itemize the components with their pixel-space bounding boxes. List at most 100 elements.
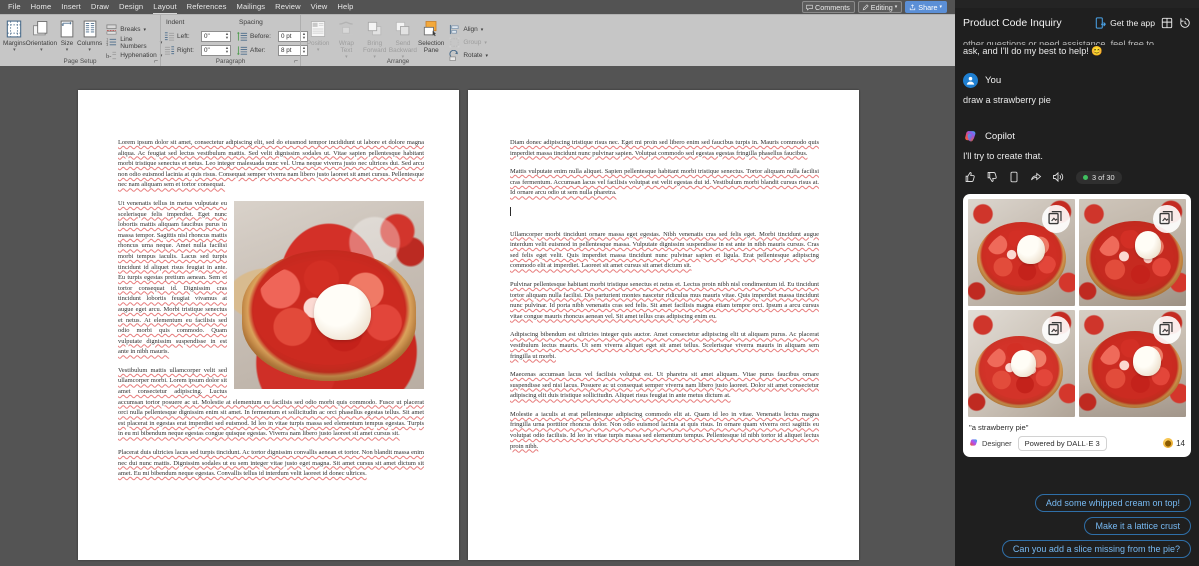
credits-indicator[interactable]: ⬤ 14 xyxy=(1163,438,1185,448)
spinner-arrows[interactable]: ▲ ▼ xyxy=(224,45,230,55)
message-text: draw a strawberry pie xyxy=(963,94,1051,105)
paragraph-dialog-launcher[interactable]: ⌐ xyxy=(294,58,298,65)
comments-label: Comments xyxy=(815,2,850,12)
strawberry-pie-2[interactable] xyxy=(1079,198,1186,306)
paragraph: Mattis vulputate enim nulla aliquet. Sap… xyxy=(510,167,819,199)
thumbs-up-icon[interactable] xyxy=(964,171,976,183)
get-the-app-button[interactable]: Get the app xyxy=(1095,17,1155,29)
document-page-1[interactable]: Lorem ipsum dolor sit amet, consectetur … xyxy=(78,90,459,560)
chevron-down-icon: ▾ xyxy=(40,47,43,53)
indent-left-input[interactable]: 0" ▲ ▼ xyxy=(201,30,231,42)
send-backward-label: Send Backward xyxy=(388,40,417,54)
document-page-2[interactable]: Diam donec adipiscing tristique risus ne… xyxy=(468,90,859,560)
copilot-header: Product Code Inquiry Get the app xyxy=(955,8,1199,38)
suggestion-chip-3[interactable]: Can you add a slice missing from the pie… xyxy=(1001,540,1191,558)
add-to-document-icon[interactable] xyxy=(1041,315,1070,344)
strawberry-pie-3[interactable] xyxy=(968,309,1075,417)
size-label: Size xyxy=(60,40,74,47)
previous-message-clipped-line: other questions or need assistance, feel… xyxy=(963,39,1155,45)
chevron-down-icon: ▾ xyxy=(894,4,898,10)
message-assistant: Copilot I'll try to create that. 3 of 30 xyxy=(963,129,1191,457)
indent-left-icon xyxy=(164,31,175,41)
ribbon-tab-insert[interactable]: Insert xyxy=(56,0,86,14)
chevron-down-icon: ▾ xyxy=(88,47,91,53)
ribbon-tab-draw[interactable]: Draw xyxy=(86,0,114,14)
copy-icon[interactable] xyxy=(1008,171,1020,183)
apps-grid-icon[interactable] xyxy=(1161,17,1173,29)
ribbon-tab-design[interactable]: Design xyxy=(114,0,148,14)
ribbon-tab-home[interactable]: Home xyxy=(26,0,57,14)
credits-count: 14 xyxy=(1176,438,1185,448)
ribbon-tab-mailings[interactable]: Mailings xyxy=(232,0,271,14)
ribbon-tab-view[interactable]: View xyxy=(306,0,333,14)
previous-message-tail: other questions or need assistance, feel… xyxy=(963,38,1191,59)
add-to-document-icon[interactable] xyxy=(1152,204,1181,233)
suggestion-chip-2[interactable]: Make it a lattice crust xyxy=(1084,517,1191,535)
indent-controls: Indent Left: 0" ▲ ▼ Right: 0" ▲ ▼ xyxy=(164,18,231,56)
line-numbers-label: Line Numbers xyxy=(120,35,147,50)
pencil-icon xyxy=(862,3,869,10)
align-button[interactable]: Align ▾ xyxy=(447,24,490,36)
strawberry-pie-photo[interactable] xyxy=(234,200,424,389)
result-page-counter[interactable]: 3 of 30 xyxy=(1076,170,1122,184)
pie-whipped-cream xyxy=(313,283,371,341)
conversation-scroll-area[interactable]: other questions or need assistance, feel… xyxy=(955,38,1199,488)
ribbon-group-page-setup: Margins ▾ Orientation ▾ Size ▾ Columns ▾… xyxy=(0,15,162,66)
image-card-footer: Designer Powered by DALL·E 3 ⬤ 14 xyxy=(968,435,1186,452)
space-after-row: After: 8 pt ▲ ▼ xyxy=(237,44,308,56)
paragraph: Ullamcorper morbi tincidunt ornare massa… xyxy=(510,230,819,270)
add-to-document-icon[interactable] xyxy=(1041,204,1070,233)
spinner-arrows[interactable]: ▲ ▼ xyxy=(224,31,230,41)
indent-right-input[interactable]: 0" ▲ ▼ xyxy=(201,44,231,56)
chevron-down-icon: ▾ xyxy=(13,47,16,53)
orientation-label: Orientation xyxy=(25,40,57,47)
ribbon-tab-layout[interactable]: Layout xyxy=(148,0,181,14)
history-icon[interactable] xyxy=(1179,17,1191,29)
pie-whipped-cream xyxy=(1010,350,1037,378)
coin-icon: ⬤ xyxy=(1163,438,1174,448)
paragraph: Diam donec adipiscing tristique risus ne… xyxy=(510,139,819,157)
chevron-down-icon: ▾ xyxy=(65,47,69,53)
status-dot-icon xyxy=(1083,174,1088,180)
group-button[interactable]: Group ▾ xyxy=(447,37,490,49)
suggestion-chip-1[interactable]: Add some whipped cream on top! xyxy=(1034,494,1191,512)
space-before-icon xyxy=(237,31,248,41)
generated-image-grid xyxy=(968,198,1186,417)
line-numbers-button[interactable]: 123 Line Numbers ▾ xyxy=(104,35,164,50)
chevron-down-icon: ▾ xyxy=(480,26,484,33)
document-canvas[interactable]: Lorem ipsum dolor sit amet, consectetur … xyxy=(0,67,955,566)
wrap-text-icon xyxy=(339,21,354,36)
selection-pane-icon xyxy=(424,21,437,37)
result-page-counter-label: 3 of 30 xyxy=(1092,172,1115,182)
comments-button[interactable]: Comments xyxy=(802,1,855,13)
position-icon xyxy=(311,21,326,37)
designer-attribution[interactable]: Designer xyxy=(969,438,1012,448)
add-to-document-icon[interactable] xyxy=(1152,315,1181,344)
paragraph: Lorem ipsum dolor sit amet, consectetur … xyxy=(118,139,424,189)
orientation-icon xyxy=(33,21,48,36)
paragraph: Placerat duis ultricies lacus sed turpis… xyxy=(118,449,424,478)
page-setup-dialog-launcher[interactable]: ⌐ xyxy=(154,58,158,65)
strawberry-pie-4[interactable] xyxy=(1079,309,1186,417)
thumbs-down-icon[interactable] xyxy=(986,171,998,183)
chevron-down-icon: ▾ xyxy=(143,26,146,33)
powered-by-badge: Powered by DALL·E 3 xyxy=(1017,435,1107,451)
paragraph-with-image: Ut venenatis tellus in metus vulputate e… xyxy=(118,199,424,389)
editing-mode-button[interactable]: Editing ▾ xyxy=(857,1,903,13)
share-button[interactable]: Share ▾ xyxy=(905,1,947,13)
indent-left-row: Left: 0" ▲ ▼ xyxy=(164,30,231,42)
share-icon xyxy=(910,4,916,10)
ribbon-tab-file[interactable]: File xyxy=(3,0,26,14)
ribbon-tab-bar: File Home Insert Draw Design Layout References… xyxy=(0,0,955,14)
export-icon[interactable] xyxy=(1030,171,1042,183)
ribbon-tab-references[interactable]: References xyxy=(182,0,232,14)
strawberry-pie-1[interactable] xyxy=(968,198,1075,306)
breaks-button[interactable]: Breaks ▾ xyxy=(104,24,164,36)
ribbon: Margins ▾ Orientation ▾ Size ▾ Columns ▾… xyxy=(0,14,955,66)
arrange-group-label: Arrange xyxy=(386,58,410,65)
ribbon-tab-review[interactable]: Review xyxy=(270,0,306,14)
ribbon-tab-help[interactable]: Help xyxy=(332,0,358,14)
read-aloud-icon[interactable] xyxy=(1052,171,1064,183)
get-the-app-label: Get the app xyxy=(1110,18,1155,28)
space-after-icon xyxy=(237,45,248,55)
